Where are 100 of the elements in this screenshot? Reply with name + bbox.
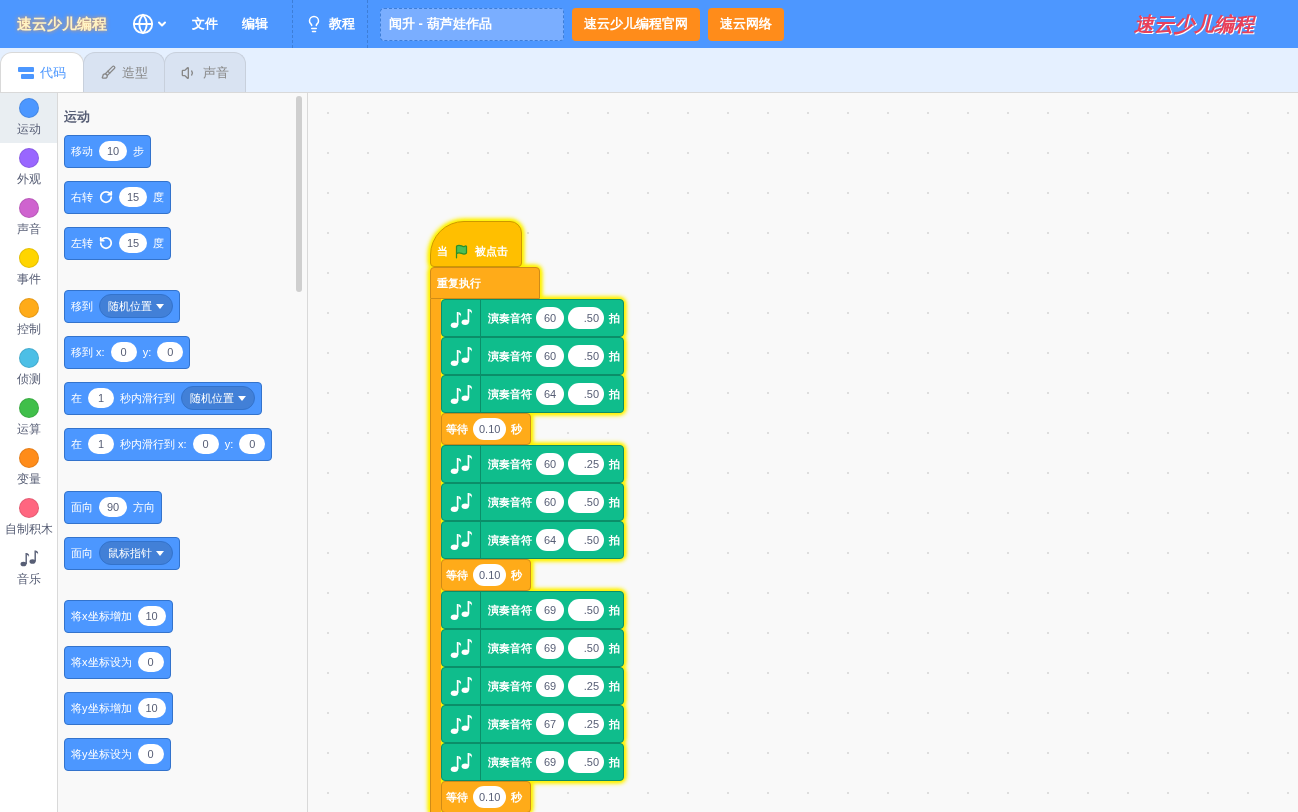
number-input[interactable]: .50 <box>568 491 604 513</box>
number-input[interactable]: 1 <box>88 434 114 454</box>
block-label: 面向 <box>71 499 93 515</box>
number-input[interactable]: 0 <box>137 652 164 672</box>
play-note-block[interactable]: 演奏音符 60 .50 拍 <box>441 299 624 337</box>
play-note-block[interactable]: 演奏音符 69 .50 拍 <box>441 591 624 629</box>
number-input[interactable]: .50 <box>568 751 604 773</box>
category-item[interactable]: 事件 <box>0 243 57 293</box>
motion-block[interactable]: 在 1 秒内滑行到 x: 0 y: 0 <box>64 427 273 461</box>
number-input[interactable]: 0 <box>192 434 219 454</box>
block-label: 秒 <box>511 789 523 805</box>
wait-block[interactable]: 等待 0.10 秒 <box>441 781 531 812</box>
block-label: 当 <box>437 243 448 259</box>
motion-block[interactable]: 将x坐标增加 10 <box>64 599 173 633</box>
dropdown-input[interactable]: 随机位置 <box>181 386 255 410</box>
category-item[interactable]: 侦测 <box>0 343 57 393</box>
block-label: 拍 <box>609 348 620 364</box>
number-input[interactable]: 69 <box>536 751 564 773</box>
number-input[interactable]: 0.10 <box>473 786 507 808</box>
number-input[interactable]: 69 <box>536 675 564 697</box>
scrollbar[interactable] <box>296 96 302 292</box>
play-note-block[interactable]: 演奏音符 67 .25 拍 <box>441 705 624 743</box>
number-input[interactable]: .25 <box>568 713 604 735</box>
motion-block[interactable]: 将y坐标设为 0 <box>64 737 171 771</box>
number-input[interactable]: 0.10 <box>473 418 507 440</box>
number-input[interactable]: 67 <box>536 713 564 735</box>
number-input[interactable]: 15 <box>119 187 148 207</box>
number-input[interactable]: .25 <box>568 453 604 475</box>
block-label: 拍 <box>609 386 620 402</box>
number-input[interactable]: 0 <box>137 744 164 764</box>
block-label: 演奏音符 <box>488 348 532 364</box>
play-note-block[interactable]: 演奏音符 60 .25 拍 <box>441 445 624 483</box>
number-input[interactable]: 69 <box>536 637 564 659</box>
category-item[interactable]: 控制 <box>0 293 57 343</box>
number-input[interactable]: 64 <box>536 529 564 551</box>
motion-block[interactable]: 右转 15 度 <box>64 180 172 214</box>
number-input[interactable]: .50 <box>568 529 604 551</box>
number-input[interactable]: .50 <box>568 345 604 367</box>
number-input[interactable]: 0 <box>110 342 137 362</box>
category-item[interactable]: 自制积木 <box>0 493 57 543</box>
motion-block[interactable]: 左转 15 度 <box>64 226 172 260</box>
number-input[interactable]: .50 <box>568 383 604 405</box>
motion-block[interactable]: 将y坐标增加 10 <box>64 691 173 725</box>
number-input[interactable]: 0.10 <box>473 564 507 586</box>
block-label: 演奏音符 <box>488 386 532 402</box>
block-label: y: <box>224 436 234 452</box>
motion-block[interactable]: 将x坐标设为 0 <box>64 645 171 679</box>
motion-block[interactable]: 移到 x: 0 y: 0 <box>64 335 191 369</box>
play-note-block[interactable]: 演奏音符 60 .50 拍 <box>441 483 624 521</box>
wait-block[interactable]: 等待 0.10 秒 <box>441 413 531 445</box>
block-label: 拍 <box>609 532 620 548</box>
number-input[interactable]: 60 <box>536 307 564 329</box>
number-input[interactable]: 64 <box>536 383 564 405</box>
play-note-block[interactable]: 演奏音符 64 .50 拍 <box>441 375 624 413</box>
number-input[interactable]: 10 <box>137 698 166 718</box>
dropdown-input[interactable]: 鼠标指针 <box>99 541 173 565</box>
number-input[interactable]: 60 <box>536 491 564 513</box>
number-input[interactable]: 10 <box>99 141 128 161</box>
block-label: 移到 x: <box>71 344 105 360</box>
number-input[interactable]: .50 <box>568 307 604 329</box>
number-input[interactable]: 60 <box>536 453 564 475</box>
category-item[interactable]: 音乐 <box>0 543 57 593</box>
block-label: 演奏音符 <box>488 640 532 656</box>
number-input[interactable]: .25 <box>568 675 604 697</box>
block-label: 拍 <box>609 754 620 770</box>
number-input[interactable]: 15 <box>119 233 148 253</box>
play-note-block[interactable]: 演奏音符 69 .50 拍 <box>441 743 624 781</box>
wait-block[interactable]: 等待 0.10 秒 <box>441 559 531 591</box>
motion-block[interactable]: 面向 鼠标指针 <box>64 536 180 570</box>
category-item[interactable]: 运算 <box>0 393 57 443</box>
motion-block[interactable]: 移动 10 步 <box>64 134 152 168</box>
block-label: 拍 <box>609 310 620 326</box>
language-menu[interactable] <box>132 13 168 35</box>
number-input[interactable]: 0 <box>239 434 266 454</box>
brush-icon <box>100 65 116 80</box>
music-notes-icon <box>449 490 473 514</box>
caret-icon <box>156 550 164 556</box>
number-input[interactable]: 0 <box>157 342 184 362</box>
motion-block[interactable]: 移到 随机位置 <box>64 289 180 323</box>
play-note-block[interactable]: 演奏音符 60 .50 拍 <box>441 337 624 375</box>
dropdown-input[interactable]: 随机位置 <box>99 294 173 318</box>
motion-block[interactable]: 在 1 秒内滑行到 随机位置 <box>64 381 262 415</box>
block-label: 度 <box>153 189 165 205</box>
play-note-block[interactable]: 演奏音符 64 .50 拍 <box>441 521 624 559</box>
category-item[interactable]: 运动 <box>0 93 57 143</box>
number-input[interactable]: 10 <box>137 606 166 626</box>
play-note-block[interactable]: 演奏音符 69 .50 拍 <box>441 629 624 667</box>
number-input[interactable]: 1 <box>88 388 114 408</box>
block-label: 拍 <box>609 456 620 472</box>
play-note-block[interactable]: 演奏音符 69 .25 拍 <box>441 667 624 705</box>
category-item[interactable]: 外观 <box>0 143 57 193</box>
number-input[interactable]: 90 <box>99 497 128 517</box>
category-item[interactable]: 变量 <box>0 443 57 493</box>
number-input[interactable]: .50 <box>568 637 604 659</box>
category-item[interactable]: 声音 <box>0 193 57 243</box>
motion-block[interactable]: 面向 90 方向 <box>64 490 163 524</box>
number-input[interactable]: 69 <box>536 599 564 621</box>
rotate-counterclockwise-icon <box>99 236 113 250</box>
number-input[interactable]: .50 <box>568 599 604 621</box>
number-input[interactable]: 60 <box>536 345 564 367</box>
